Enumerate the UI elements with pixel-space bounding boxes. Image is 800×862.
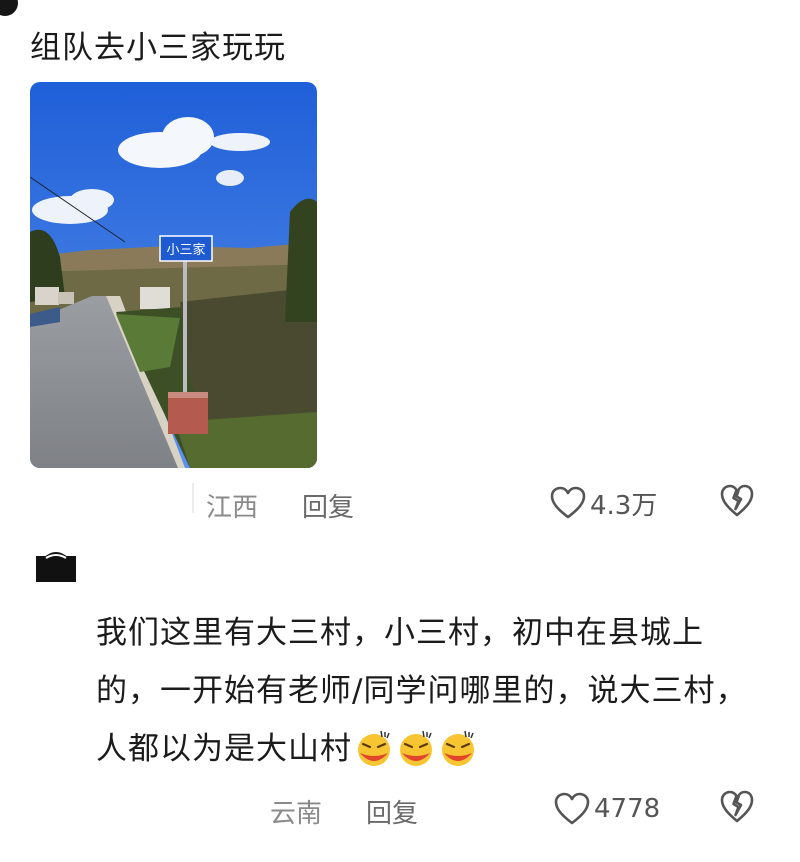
comment-text: 组队去小三家玩玩	[30, 30, 286, 66]
laughing-emoji-icon	[396, 728, 436, 786]
road-sign-text: 小三家	[166, 242, 205, 258]
like-button[interactable]: 4778	[554, 789, 660, 829]
location-label: 云南	[270, 799, 323, 829]
comment-photo[interactable]: 小三家	[30, 82, 317, 468]
heart-icon	[550, 486, 586, 519]
comment-meta-row: 云南 回复 4778	[0, 789, 800, 829]
reply-button[interactable]: 回复	[366, 793, 418, 830]
location-label: 江西	[206, 493, 259, 523]
broken-heart-icon[interactable]	[720, 790, 754, 824]
avatar[interactable]	[36, 546, 76, 582]
heart-icon	[554, 792, 590, 825]
avatar[interactable]	[0, 0, 18, 16]
like-count: 4.3万	[590, 490, 658, 521]
like-button[interactable]: 4.3万	[550, 483, 657, 523]
like-count: 4778	[594, 794, 661, 824]
laughing-emoji-icon	[438, 728, 478, 786]
broken-heart-icon[interactable]	[720, 484, 754, 518]
comment-meta-row: 江西 回复 4.3万	[0, 483, 800, 523]
reply-button[interactable]: 回复	[302, 487, 354, 524]
laughing-emoji-icon	[354, 728, 394, 786]
comment-text: 我们这里有大三村，小三村，初中在县城上的，一开始有老师/同学问哪里的，说大三村，…	[96, 604, 766, 786]
